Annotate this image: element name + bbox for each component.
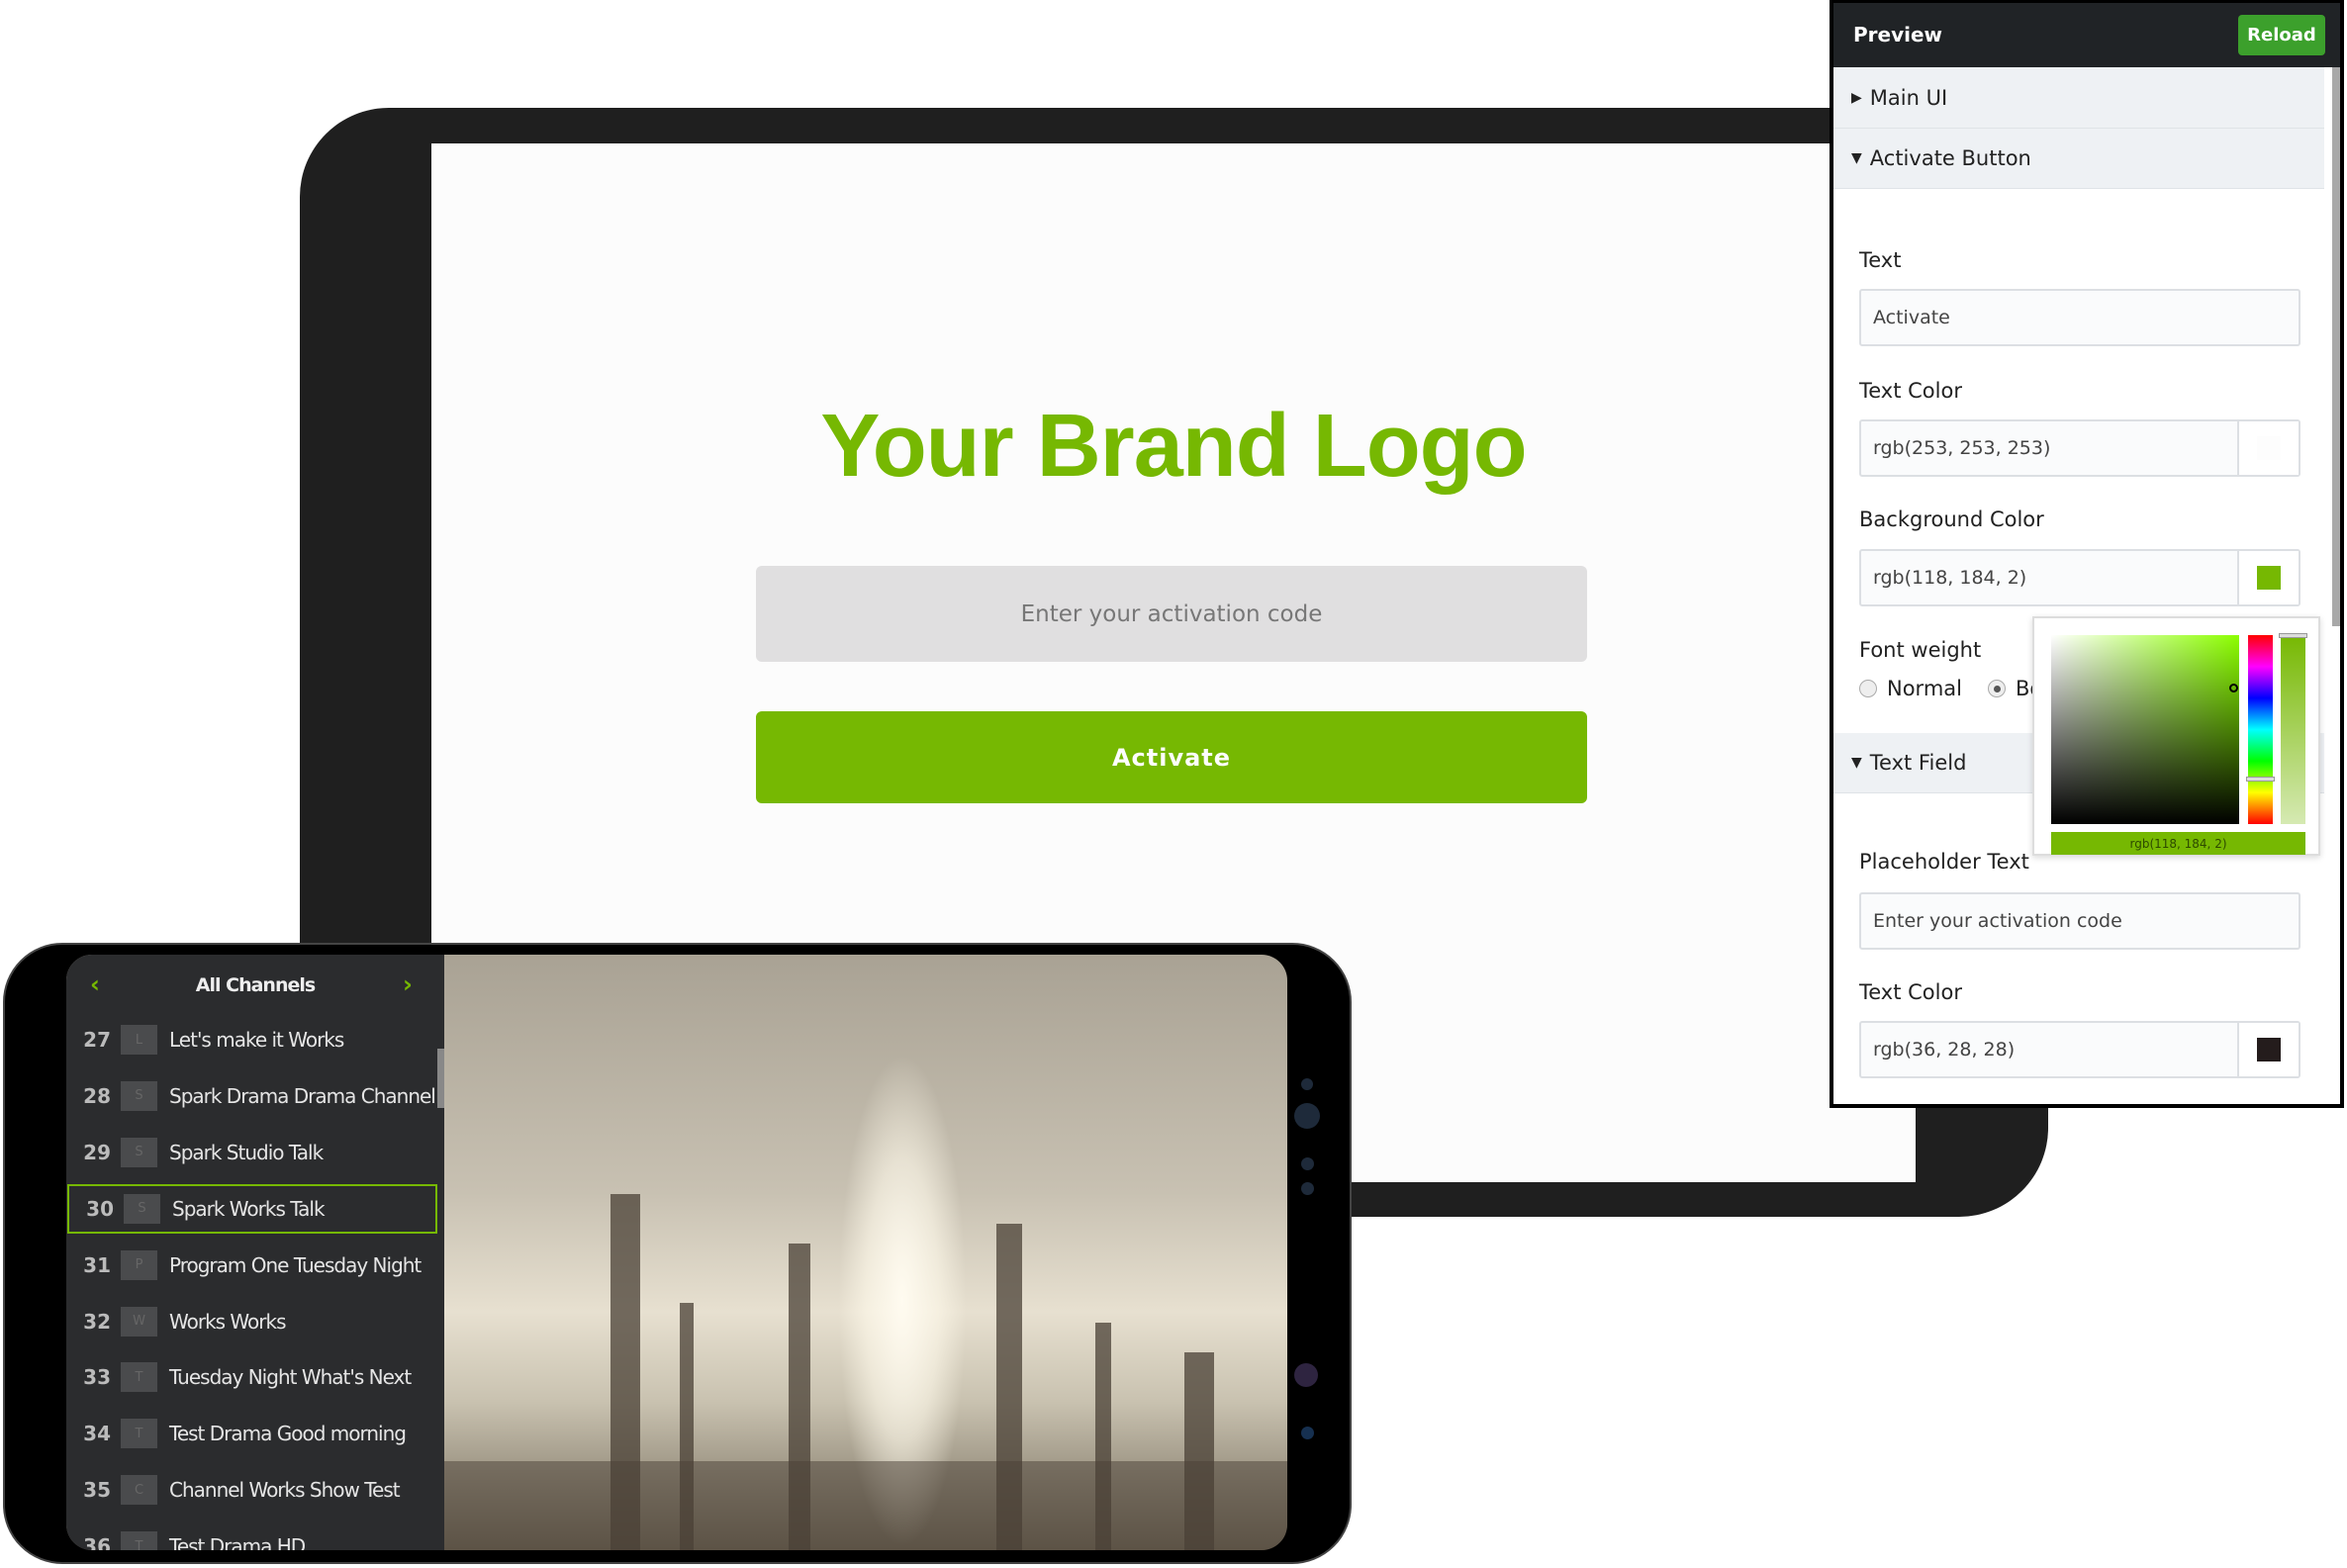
channel-row[interactable]: 34 T Test Drama Good morning — [66, 1409, 438, 1458]
channel-number: 34 — [83, 1422, 111, 1446]
color-swatch[interactable] — [2237, 1023, 2299, 1076]
picker-cursor[interactable] — [2229, 684, 2238, 692]
section-label: Activate Button — [1869, 146, 2031, 170]
channel-avatar: P — [121, 1249, 157, 1280]
channel-number: 27 — [83, 1028, 111, 1052]
preview-panel: Preview Reload ▶ Main UI ▼ Activate Button… — [1830, 0, 2344, 1108]
channel-row[interactable]: 27 L Let's make it Works — [66, 1015, 438, 1064]
channel-avatar: T — [121, 1362, 157, 1393]
section-label: Main UI — [1869, 85, 1948, 110]
button-bg-color-input[interactable]: rgb(118, 184, 2) — [1859, 549, 2300, 606]
panel-header: Preview Reload — [1833, 3, 2340, 67]
channel-sidebar: ‹ All Channels › 27 L Let's make it Works 2… — [66, 955, 444, 1550]
sensor-icon — [1301, 1157, 1314, 1170]
color-value: rgb(118, 184, 2) — [1873, 567, 2027, 589]
hue-slider[interactable] — [2246, 635, 2275, 824]
channel-row[interactable]: 35 C Channel Works Show Test — [66, 1465, 438, 1515]
channel-name: Channel Works Show Test — [169, 1478, 401, 1503]
font-weight-label: Font weight — [1859, 638, 1982, 662]
section-activate-button[interactable]: ▼ Activate Button — [1833, 129, 2324, 189]
phone-screen: ‹ All Channels › 27 L Let's make it Works 2… — [66, 955, 1287, 1550]
chevron-right-icon[interactable]: › — [403, 970, 413, 998]
activate-button[interactable]: Activate — [756, 711, 1587, 803]
caret-down-icon: ▼ — [1851, 755, 1862, 771]
channel-avatar: S — [121, 1137, 157, 1167]
channel-name: Spark Drama Drama Channel — [169, 1083, 436, 1108]
channel-number: 28 — [83, 1083, 111, 1108]
panel-scrollbar[interactable] — [2332, 67, 2340, 626]
channel-name: Tuesday Night What's Next — [169, 1365, 412, 1390]
sensor-icon — [1301, 1078, 1313, 1090]
text-field-color-input[interactable]: rgb(36, 28, 28) — [1859, 1021, 2300, 1078]
sensor-icon — [1301, 1427, 1314, 1439]
channel-number: 29 — [83, 1140, 111, 1164]
activation-code-input[interactable]: Enter your activation code — [756, 566, 1587, 662]
fingerprint-icon — [1294, 1363, 1318, 1387]
channel-row[interactable]: 36 T Test Drama HD — [66, 1522, 438, 1550]
panel-title: Preview — [1853, 23, 1943, 46]
channel-avatar: W — [121, 1306, 157, 1337]
background-color-label: Background Color — [1859, 507, 2044, 531]
channel-name: Program One Tuesday Night — [169, 1252, 422, 1277]
channel-name: Let's make it Works — [169, 1028, 344, 1052]
brand-logo: Your Brand Logo — [820, 397, 1527, 496]
color-swatch[interactable] — [2237, 551, 2299, 604]
channel-row[interactable]: 30 S Spark Works Talk — [67, 1183, 437, 1234]
channel-row[interactable]: 28 S Spark Drama Drama Channel — [66, 1071, 438, 1121]
channel-avatar: L — [121, 1025, 157, 1055]
placeholder-text-input[interactable]: Enter your activation code — [1859, 892, 2300, 950]
sensor-icon — [1301, 1182, 1314, 1195]
video-ground — [444, 1461, 1287, 1550]
alpha-slider[interactable] — [2279, 633, 2307, 824]
channel-avatar: C — [121, 1475, 157, 1506]
text-label: Text — [1859, 248, 1902, 272]
channel-name: Test Drama HD — [169, 1534, 306, 1550]
channel-name: Spark Studio Talk — [169, 1140, 324, 1164]
radio-normal[interactable]: Normal — [1859, 677, 1962, 700]
channel-avatar: T — [121, 1419, 157, 1449]
camera-icon — [1294, 1103, 1320, 1129]
hue-handle[interactable] — [2246, 777, 2275, 782]
channel-number: 35 — [83, 1478, 111, 1503]
color-picker-popup: rgb(118, 184, 2) — [2032, 616, 2320, 856]
sidebar-title: All Channels — [195, 974, 316, 996]
channel-number: 31 — [83, 1252, 111, 1277]
section-main-ui[interactable]: ▶ Main UI — [1833, 67, 2324, 129]
channel-name: Works Works — [169, 1309, 286, 1334]
alpha-handle[interactable] — [2279, 633, 2307, 638]
picker-value: rgb(118, 184, 2) — [2051, 832, 2305, 855]
channel-row[interactable]: 32 W Works Works — [66, 1297, 438, 1346]
color-value: rgb(253, 253, 253) — [1873, 437, 2051, 459]
text-color-label: Text Color — [1859, 379, 1962, 403]
channel-number: 33 — [83, 1365, 111, 1390]
channel-avatar: T — [121, 1531, 157, 1550]
color-value: rgb(36, 28, 28) — [1873, 1039, 2016, 1061]
caret-right-icon: ▶ — [1851, 89, 1862, 106]
channel-avatar: S — [124, 1193, 160, 1224]
channel-row[interactable]: 29 S Spark Studio Talk — [66, 1128, 438, 1177]
saturation-value-area[interactable] — [2051, 635, 2239, 824]
button-text-input[interactable]: Activate — [1859, 289, 2300, 346]
placeholder-text-label: Placeholder Text — [1859, 850, 2029, 874]
button-text-color-input[interactable]: rgb(253, 253, 253) — [1859, 419, 2300, 477]
channel-name: Spark Works Talk — [172, 1196, 326, 1221]
section-label: Text Field — [1869, 751, 1967, 775]
reload-button[interactable]: Reload — [2238, 15, 2325, 55]
caret-down-icon: ▼ — [1851, 150, 1862, 166]
channel-avatar: S — [121, 1080, 157, 1111]
color-swatch[interactable] — [2237, 421, 2299, 475]
channel-row[interactable]: 33 T Tuesday Night What's Next — [66, 1352, 438, 1402]
channel-name: Test Drama Good morning — [169, 1422, 407, 1446]
channel-number: 30 — [86, 1196, 114, 1221]
channel-row[interactable]: 31 P Program One Tuesday Night — [66, 1241, 438, 1290]
radio-label: Normal — [1887, 677, 1962, 700]
text-field-color-label: Text Color — [1859, 980, 1962, 1004]
channel-number: 32 — [83, 1309, 111, 1334]
sidebar-scrollbar[interactable] — [437, 1049, 444, 1108]
channel-number: 36 — [83, 1534, 111, 1550]
